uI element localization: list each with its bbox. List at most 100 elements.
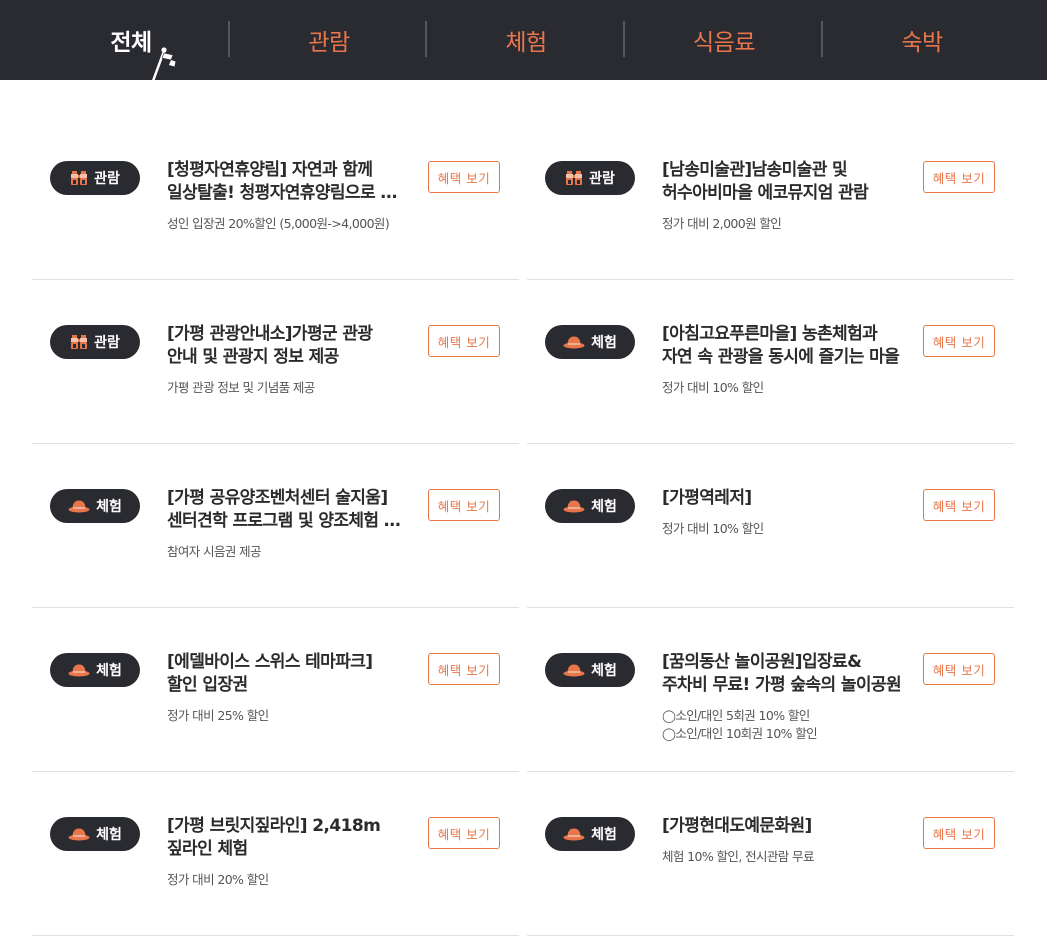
tab-all[interactable]: 전체 <box>32 0 230 80</box>
view-benefit-button[interactable]: 혜택 보기 <box>428 325 500 357</box>
benefit-title[interactable]: [에델바이스 스위스 테마파크] 할인 입장권 <box>167 651 407 697</box>
category-badge-label: 체험 <box>591 335 617 351</box>
benefit-description: ◯소인/대인 5회권 10% 할인 ◯소인/대인 10회권 10% 할인 <box>662 707 962 743</box>
benefit-card: 관람 [청평자연휴양림] 자연과 함께일상탈출! 청평자연휴양림으로 떠나요성인 … <box>32 159 519 280</box>
view-benefit-button[interactable]: 혜택 보기 <box>428 489 500 521</box>
benefit-card: 체험 [가평현대도예문화원] 체험 10% 할인, 전시관람 무료 혜택 보기 <box>527 815 1014 936</box>
view-benefit-button[interactable]: 혜택 보기 <box>428 817 500 849</box>
benefit-description: 체험 10% 할인, 전시관람 무료 <box>662 848 962 866</box>
benefit-title[interactable]: [가평역레저] <box>662 487 902 510</box>
row-divider <box>527 607 1014 608</box>
benefit-title[interactable]: [청평자연휴양림] 자연과 함께일상탈출! 청평자연휴양림으로 떠나요 <box>167 159 407 205</box>
benefit-title[interactable]: [가평 관광안내소]가평군 관광안내 및 관광지 정보 제공 <box>167 323 407 369</box>
category-badge: 관람 <box>50 325 140 359</box>
benefit-card: 관람 [가평 관광안내소]가평군 관광안내 및 관광지 정보 제공가평 관광 정보… <box>32 323 519 444</box>
hat-icon <box>563 827 585 841</box>
tab-experience[interactable]: 체험 <box>427 0 625 80</box>
category-badge: 체험 <box>545 653 635 687</box>
benefit-title-line: [가평 브릿지짚라인] 2,418m <box>167 816 381 836</box>
row-divider <box>32 771 519 772</box>
view-benefit-button[interactable]: 혜택 보기 <box>428 653 500 685</box>
category-badge-label: 관람 <box>94 171 120 187</box>
category-badge: 체험 <box>50 653 140 687</box>
binoculars-icon <box>70 170 88 186</box>
row-divider <box>32 279 519 280</box>
benefit-description: 참여자 시음권 제공 <box>167 543 467 561</box>
benefit-description-line: 정가 대비 10% 할인 <box>662 380 764 395</box>
hat-icon <box>68 663 90 677</box>
benefit-title-line: 주차비 무료! 가평 숲속의 놀이공원 <box>662 675 902 695</box>
view-benefit-button[interactable]: 혜택 보기 <box>923 653 995 685</box>
benefit-title[interactable]: [꿈의동산 놀이공원]입장료& 주차비 무료! 가평 숲속의 놀이공원 <box>662 651 902 697</box>
benefit-card: 체험 [가평역레저] 정가 대비 10% 할인 혜택 보기 <box>527 487 1014 608</box>
tab-lodging[interactable]: 숙박 <box>823 0 1021 80</box>
benefit-description: 정가 대비 2,000원 할인 <box>662 215 962 233</box>
benefit-title-line: 할인 입장권 <box>167 675 248 695</box>
category-badge: 체험 <box>50 489 140 523</box>
category-badge: 관람 <box>545 161 635 195</box>
benefit-title-line: 자연 속 관광을 동시에 즐기는 마을 <box>662 347 900 367</box>
benefit-description: 정가 대비 10% 할인 <box>662 520 962 538</box>
benefit-description-line: 성인 입장권 20%할인 (5,000원->4,000원) <box>167 216 390 231</box>
benefit-description-line: 가평 관광 정보 및 기념품 제공 <box>167 380 315 395</box>
view-benefit-button[interactable]: 혜택 보기 <box>923 817 995 849</box>
category-badge: 체험 <box>50 817 140 851</box>
benefit-description-line: 정가 대비 2,000원 할인 <box>662 216 782 231</box>
benefit-title[interactable]: [가평 브릿지짚라인] 2,418m 짚라인 체험 <box>167 815 407 861</box>
tab-viewing[interactable]: 관람 <box>230 0 428 80</box>
view-benefit-button[interactable]: 혜택 보기 <box>923 489 995 521</box>
hat-icon <box>68 827 90 841</box>
category-badge-label: 관람 <box>94 335 120 351</box>
row-divider <box>32 935 519 936</box>
benefit-title-line: 안내 및 관광지 정보 제공 <box>167 347 339 367</box>
benefit-title-line: [에델바이스 스위스 테마파크] <box>167 652 373 672</box>
benefit-title-line: [남송미술관]남송미술관 및 <box>662 160 848 180</box>
benefit-description: 정가 대비 10% 할인 <box>662 379 962 397</box>
benefit-title-line: [가평역레저] <box>662 488 752 508</box>
benefit-description: 정가 대비 25% 할인 <box>167 707 467 725</box>
category-badge-label: 체험 <box>591 663 617 679</box>
benefit-title-line: [가평 관광안내소]가평군 관광 <box>167 324 373 344</box>
category-badge: 관람 <box>50 161 140 195</box>
benefit-description-line: 참여자 시음권 제공 <box>167 544 262 559</box>
row-divider <box>32 607 519 608</box>
benefit-title-line: [청평자연휴양림] 자연과 함께 <box>167 160 373 180</box>
view-benefit-button[interactable]: 혜택 보기 <box>428 161 500 193</box>
benefit-title[interactable]: [아침고요푸른마을] 농촌체험과 자연 속 관광을 동시에 즐기는 마을 <box>662 323 902 369</box>
benefit-title-line: 짚라인 체험 <box>167 839 248 859</box>
benefit-description-line: 정가 대비 10% 할인 <box>662 521 764 536</box>
benefit-description-line: ◯소인/대인 10회권 10% 할인 <box>662 726 818 741</box>
category-badge: 체험 <box>545 817 635 851</box>
benefit-description: 정가 대비 20% 할인 <box>167 871 467 889</box>
benefit-title[interactable]: [가평 공유양조벤처센터 술지움] 센터견학 프로그램 및 양조체험 할인 <box>167 487 407 533</box>
benefit-title-line: 센터견학 프로그램 및 양조체험 할인 <box>167 511 407 531</box>
hat-icon <box>563 335 585 349</box>
row-divider <box>32 443 519 444</box>
row-divider <box>527 935 1014 936</box>
hat-icon <box>68 499 90 513</box>
category-badge-label: 체험 <box>96 663 122 679</box>
benefit-card: 체험 [가평 브릿지짚라인] 2,418m 짚라인 체험정가 대비 20% 할인 혜택… <box>32 815 519 936</box>
category-badge-label: 관람 <box>589 171 615 187</box>
benefit-description-line: 정가 대비 20% 할인 <box>167 872 269 887</box>
category-badge: 체험 <box>545 489 635 523</box>
category-badge-label: 체험 <box>591 499 617 515</box>
benefit-description-line: 정가 대비 25% 할인 <box>167 708 269 723</box>
category-tab-bar: 전체 관람 체험 식음료 숙박 <box>0 0 1047 81</box>
category-badge-label: 체험 <box>96 499 122 515</box>
row-divider <box>527 279 1014 280</box>
tab-food-beverage[interactable]: 식음료 <box>625 0 823 80</box>
benefit-title-line: [가평 공유양조벤처센터 술지움] <box>167 488 388 508</box>
view-benefit-button[interactable]: 혜택 보기 <box>923 161 995 193</box>
benefit-title-line: [꿈의동산 놀이공원]입장료& <box>662 652 862 672</box>
category-badge-label: 체험 <box>591 827 617 843</box>
benefit-card: 체험 [에델바이스 스위스 테마파크] 할인 입장권정가 대비 25% 할인 혜택 보… <box>32 651 519 772</box>
benefit-title-line: 일상탈출! 청평자연휴양림으로 떠나요 <box>167 183 407 203</box>
benefit-title[interactable]: [가평현대도예문화원] <box>662 815 902 838</box>
benefit-card: 체험 [아침고요푸른마을] 농촌체험과 자연 속 관광을 동시에 즐기는 마을정가 … <box>527 323 1014 444</box>
benefit-description-line: ◯소인/대인 5회권 10% 할인 <box>662 708 810 723</box>
benefit-description: 성인 입장권 20%할인 (5,000원->4,000원) <box>167 215 467 233</box>
benefit-title[interactable]: [남송미술관]남송미술관 및 허수아비마을 에코뮤지엄 관람 <box>662 159 902 205</box>
benefit-card: 관람 [남송미술관]남송미술관 및 허수아비마을 에코뮤지엄 관람정가 대비 2,0… <box>527 159 1014 280</box>
view-benefit-button[interactable]: 혜택 보기 <box>923 325 995 357</box>
